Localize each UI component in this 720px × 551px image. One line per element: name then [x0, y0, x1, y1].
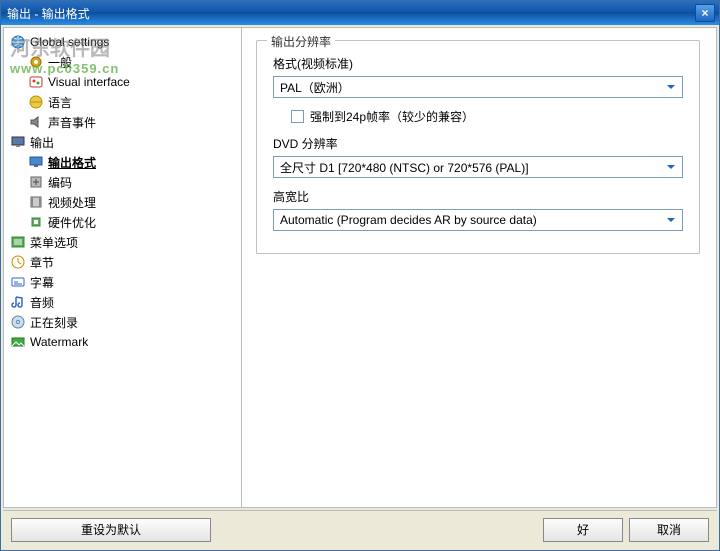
tree-label: 音频 — [30, 294, 54, 311]
force-24p-label: 强制到24p帧率（较少的兼容） — [310, 108, 474, 125]
ok-button[interactable]: 好 — [543, 518, 623, 542]
close-button[interactable]: × — [695, 4, 715, 22]
disc-icon — [10, 314, 26, 330]
output-resolution-group: 输出分辨率 格式(视频标准) PAL（欧洲） 强制到24p帧率（较少的兼容） D… — [256, 40, 700, 254]
tree-label: 硬件优化 — [48, 214, 96, 231]
window: 输出 - 输出格式 × 河东软件园 www.pc0359.cn Global s… — [0, 0, 720, 551]
tree-label: 视频处理 — [48, 194, 96, 211]
tree-watermark[interactable]: Watermark — [6, 332, 239, 352]
tree-label: Global settings — [30, 35, 109, 49]
film-icon — [28, 194, 44, 210]
format-combo[interactable]: PAL（欧洲） — [273, 76, 683, 98]
chevron-down-icon — [662, 211, 680, 229]
titlebar: 输出 - 输出格式 × — [1, 1, 719, 25]
menu-icon — [10, 234, 26, 250]
tree-label: 语言 — [48, 94, 72, 111]
tree-label: 输出格式 — [48, 154, 96, 171]
tree-label: 字幕 — [30, 274, 54, 291]
aspect-ratio-label: 高宽比 — [273, 188, 683, 205]
content-panel: 输出分辨率 格式(视频标准) PAL（欧洲） 强制到24p帧率（较少的兼容） D… — [242, 28, 716, 507]
tree-sound-events[interactable]: 声音事件 — [6, 112, 239, 132]
tree-language[interactable]: 语言 — [6, 92, 239, 112]
globe-icon — [28, 94, 44, 110]
tree-label: 正在刻录 — [30, 314, 78, 331]
tree-general[interactable]: 一般 — [6, 52, 239, 72]
tree-label: Watermark — [30, 335, 88, 349]
tree-label: 编码 — [48, 174, 72, 191]
cancel-button[interactable]: 取消 — [629, 518, 709, 542]
dvd-resolution-value: 全尺寸 D1 [720*480 (NTSC) or 720*576 (PAL)] — [280, 159, 662, 176]
tree-output[interactable]: 输出 — [6, 132, 239, 152]
window-title: 输出 - 输出格式 — [5, 5, 695, 22]
tree-hardware-optimization[interactable]: 硬件优化 — [6, 212, 239, 232]
button-label: 好 — [577, 521, 589, 538]
format-label: 格式(视频标准) — [273, 55, 683, 72]
tree-burning[interactable]: 正在刻录 — [6, 312, 239, 332]
watermark-icon — [10, 334, 26, 350]
subtitle-icon — [10, 274, 26, 290]
chip-icon — [28, 214, 44, 230]
tree-global-settings[interactable]: Global settings — [6, 32, 239, 52]
format-value: PAL（欧洲） — [280, 79, 662, 96]
reset-defaults-button[interactable]: 重设为默认 — [11, 518, 211, 542]
close-icon: × — [701, 6, 708, 20]
tree-label: 声音事件 — [48, 114, 96, 131]
tree-video-processing[interactable]: 视频处理 — [6, 192, 239, 212]
aspect-ratio-combo[interactable]: Automatic (Program decides AR by source … — [273, 209, 683, 231]
footer: 重设为默认 好 取消 — [3, 510, 717, 548]
dvd-resolution-label: DVD 分辨率 — [273, 135, 683, 152]
clock-icon — [10, 254, 26, 270]
tree-label: 菜单选项 — [30, 234, 78, 251]
tree-audio[interactable]: 音频 — [6, 292, 239, 312]
tree-label: 输出 — [30, 134, 54, 151]
monitor-icon — [10, 134, 26, 150]
dvd-resolution-combo[interactable]: 全尺寸 D1 [720*480 (NTSC) or 720*576 (PAL)] — [273, 156, 683, 178]
button-label: 取消 — [657, 521, 681, 538]
format-icon — [28, 154, 44, 170]
tree-label: 章节 — [30, 254, 54, 271]
body: 河东软件园 www.pc0359.cn Global settings 一般 — [3, 27, 717, 508]
globe-icon — [10, 34, 26, 50]
speaker-icon — [28, 114, 44, 130]
force-24p-row[interactable]: 强制到24p帧率（较少的兼容） — [291, 108, 683, 125]
group-legend: 输出分辨率 — [267, 33, 335, 50]
chevron-down-icon — [662, 78, 680, 96]
tree-menu-options[interactable]: 菜单选项 — [6, 232, 239, 252]
tree-label: 一般 — [48, 54, 72, 71]
tree-output-format[interactable]: 输出格式 — [6, 152, 239, 172]
settings-tree: Global settings 一般 Visual interface 语言 — [4, 28, 241, 356]
note-icon — [10, 294, 26, 310]
encode-icon — [28, 174, 44, 190]
palette-icon — [28, 74, 44, 90]
button-label: 重设为默认 — [81, 521, 141, 538]
tree-chapter[interactable]: 章节 — [6, 252, 239, 272]
tree-visual-interface[interactable]: Visual interface — [6, 72, 239, 92]
sidebar: 河东软件园 www.pc0359.cn Global settings 一般 — [4, 28, 242, 507]
tree-subtitle[interactable]: 字幕 — [6, 272, 239, 292]
tree-label: Visual interface — [48, 75, 130, 89]
chevron-down-icon — [662, 158, 680, 176]
gear-icon — [28, 54, 44, 70]
aspect-ratio-value: Automatic (Program decides AR by source … — [280, 213, 662, 227]
tree-encode[interactable]: 编码 — [6, 172, 239, 192]
force-24p-checkbox[interactable] — [291, 110, 304, 123]
